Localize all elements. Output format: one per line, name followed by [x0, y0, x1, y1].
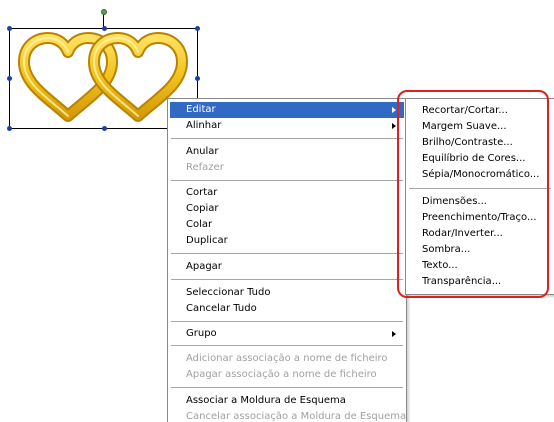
menu-item-adicionar-associacao: Adicionar associação a nome de ficheiro: [170, 351, 404, 367]
menu-item-label: Margem Suave...: [422, 121, 507, 132]
menu-item-cancelar-tudo[interactable]: Cancelar Tudo: [170, 301, 404, 317]
menu-item-label: Refazer: [186, 162, 224, 173]
menu-item-label: Seleccionar Tudo: [186, 287, 271, 298]
menu-item-copiar[interactable]: Copiar: [170, 201, 404, 217]
submenu-item-sepia[interactable]: Sépia/Monocromático...: [408, 167, 552, 183]
menu-item-label: Copiar: [186, 203, 219, 214]
menu-item-label: Equilíbrio de Cores...: [422, 153, 526, 164]
menu-item-label: Colar: [186, 219, 213, 230]
submenu-item-dimensoes[interactable]: Dimensões...: [408, 194, 552, 210]
menu-item-colar[interactable]: Colar: [170, 217, 404, 233]
menu-item-label: Associar a Moldura de Esquema: [186, 395, 346, 406]
menu-item-label: Apagar associação a nome de ficheiro: [186, 369, 377, 380]
edit-submenu: Recortar/Cortar... Margem Suave... Brilh…: [405, 98, 554, 295]
menu-item-label: Cancelar Tudo: [186, 303, 257, 314]
menu-item-label: Adicionar associação a nome de ficheiro: [186, 353, 388, 364]
menu-item-label: Grupo: [186, 328, 217, 339]
submenu-item-margem-suave[interactable]: Margem Suave...: [408, 119, 552, 135]
menu-item-anular[interactable]: Anular: [170, 144, 404, 160]
resize-handle-s[interactable]: [102, 126, 107, 131]
menu-item-associar-moldura[interactable]: Associar a Moldura de Esquema: [170, 393, 404, 409]
rotation-handle[interactable]: [101, 9, 107, 15]
menu-item-alinhar[interactable]: Alinhar: [170, 118, 404, 134]
menu-item-label: Apagar: [186, 261, 222, 272]
menu-item-label: Rodar/Inverter...: [422, 228, 503, 239]
submenu-item-recortar[interactable]: Recortar/Cortar...: [408, 103, 552, 119]
menu-item-label: Preenchimento/Traço...: [422, 212, 537, 223]
menu-item-label: Sombra...: [422, 244, 471, 255]
menu-item-seleccionar-tudo[interactable]: Seleccionar Tudo: [170, 285, 404, 301]
resize-handle-sw[interactable]: [7, 126, 12, 131]
menu-item-apagar-associacao: Apagar associação a nome de ficheiro: [170, 367, 404, 383]
submenu-item-transparencia[interactable]: Transparência...: [408, 274, 552, 290]
resize-handle-n[interactable]: [102, 26, 107, 31]
resize-handle-ne[interactable]: [195, 26, 200, 31]
submenu-arrow-icon: [392, 331, 396, 337]
menu-item-refazer: Refazer: [170, 160, 404, 176]
submenu-item-preenchimento[interactable]: Preenchimento/Traço...: [408, 210, 552, 226]
submenu-item-equilibrio-cores[interactable]: Equilíbrio de Cores...: [408, 151, 552, 167]
menu-item-grupo[interactable]: Grupo: [170, 326, 404, 342]
editor-canvas[interactable]: Editar Alinhar Anular Refazer Cortar Cop…: [0, 0, 554, 422]
submenu-item-sombra[interactable]: Sombra...: [408, 242, 552, 258]
menu-item-label: Editar: [186, 104, 216, 115]
menu-separator: [409, 188, 551, 189]
menu-item-label: Sépia/Monocromático...: [422, 169, 540, 180]
menu-item-apagar[interactable]: Apagar: [170, 259, 404, 275]
menu-item-cortar[interactable]: Cortar: [170, 185, 404, 201]
menu-item-label: Brilho/Contraste...: [422, 137, 513, 148]
menu-item-label: Anular: [186, 146, 219, 157]
menu-separator: [171, 253, 403, 254]
context-menu: Editar Alinhar Anular Refazer Cortar Cop…: [167, 98, 407, 422]
submenu-arrow-icon: [392, 123, 396, 129]
menu-item-label: Cancelar associação a Moldura de Esquema: [186, 411, 407, 422]
menu-item-label: Cortar: [186, 187, 218, 198]
menu-item-label: Duplicar: [186, 235, 228, 246]
resize-handle-w[interactable]: [7, 76, 12, 81]
menu-separator: [171, 345, 403, 346]
menu-separator: [171, 279, 403, 280]
menu-item-label: Transparência...: [422, 276, 502, 287]
menu-separator: [171, 138, 403, 139]
menu-item-label: Dimensões...: [422, 196, 487, 207]
menu-item-cancelar-associacao-moldura: Cancelar associação a Moldura de Esquema: [170, 409, 407, 422]
menu-item-label: Texto...: [422, 260, 458, 271]
menu-separator: [171, 321, 403, 322]
submenu-item-texto[interactable]: Texto...: [408, 258, 552, 274]
menu-separator: [171, 180, 403, 181]
menu-separator: [171, 387, 403, 388]
menu-item-editar[interactable]: Editar: [170, 102, 404, 118]
menu-item-label: Recortar/Cortar...: [422, 105, 508, 116]
menu-item-duplicar[interactable]: Duplicar: [170, 233, 404, 249]
submenu-item-rodar-inverter[interactable]: Rodar/Inverter...: [408, 226, 552, 242]
resize-handle-nw[interactable]: [7, 26, 12, 31]
submenu-item-brilho-contraste[interactable]: Brilho/Contraste...: [408, 135, 552, 151]
menu-item-label: Alinhar: [186, 120, 222, 131]
submenu-arrow-icon: [392, 107, 396, 113]
resize-handle-e[interactable]: [195, 76, 200, 81]
